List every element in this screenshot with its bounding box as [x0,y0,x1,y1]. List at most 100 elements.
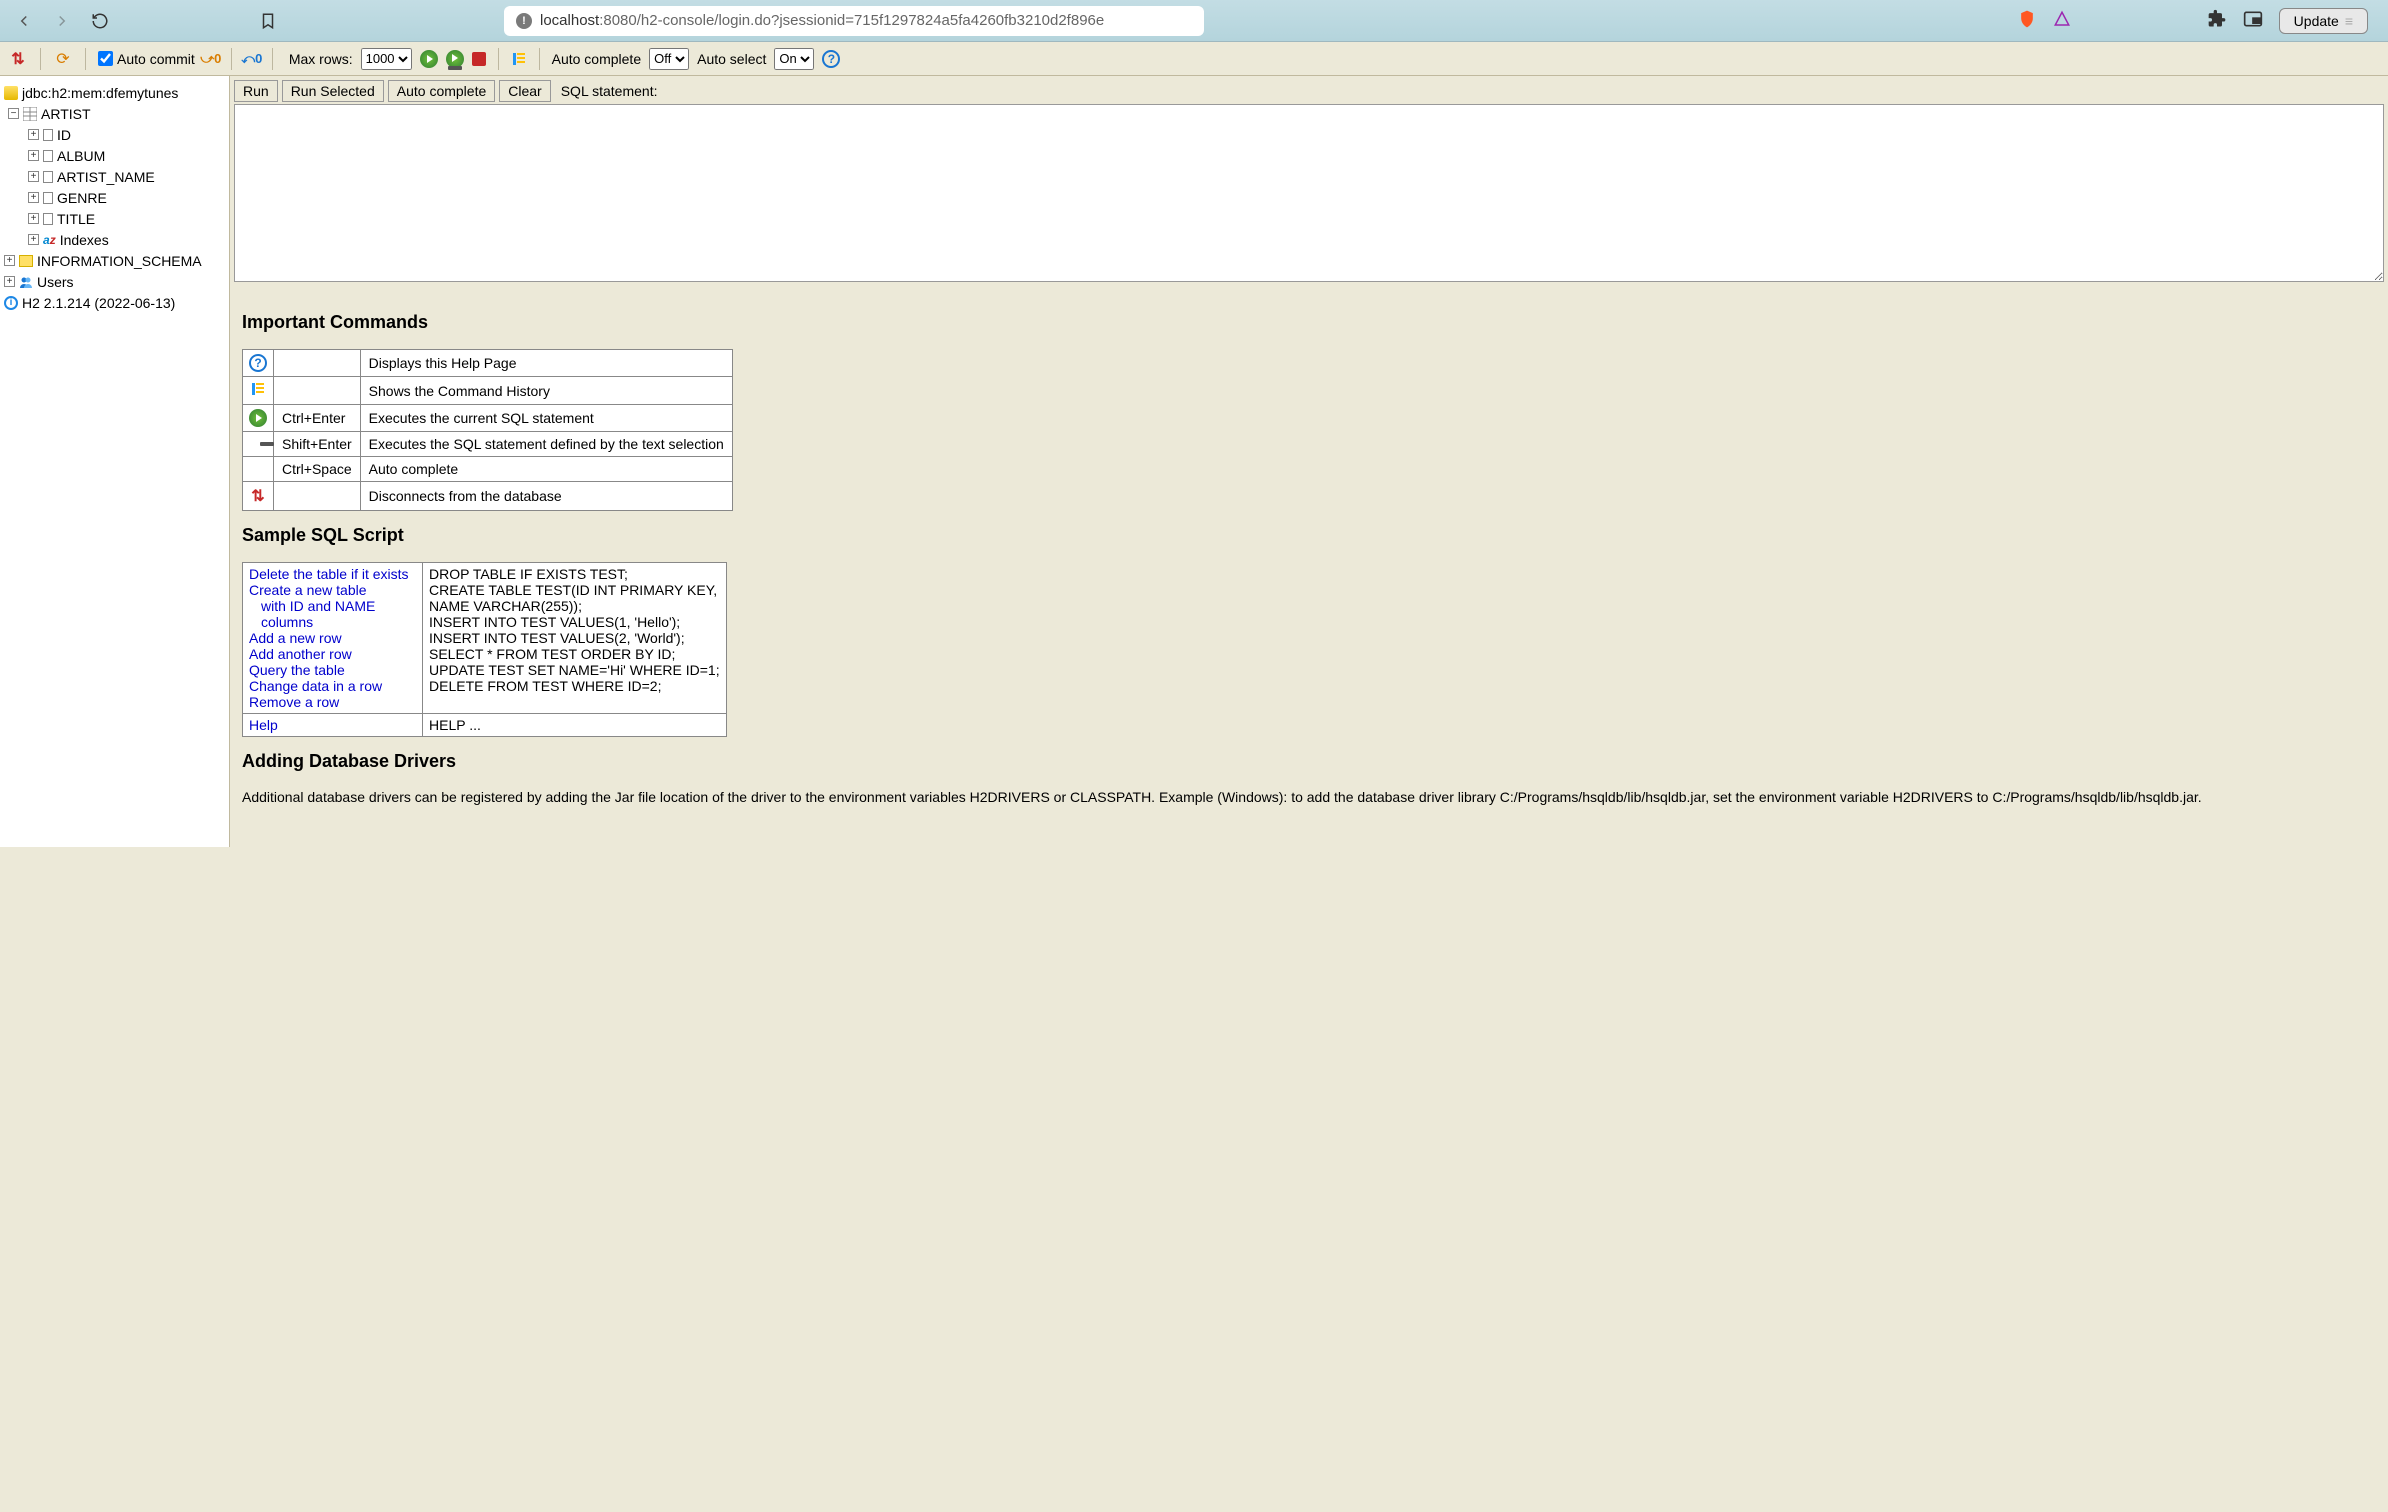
sample-sql-line: NAME VARCHAR(255)); [429,598,582,614]
commit-icon[interactable]: ⤻0 [203,51,219,67]
column-icon [43,213,53,225]
table-row: Ctrl+SpaceAuto complete [243,457,733,482]
info-icon: ! [516,13,532,29]
auto-complete-select[interactable]: Off [649,48,689,70]
sample-link[interactable]: Delete the table if it exists [249,566,409,582]
sample-left-cell: Help [243,714,423,737]
table-row: Shows the Command History [243,377,733,405]
extensions-icon[interactable] [2207,9,2227,32]
sample-right-cell: HELP ... [423,714,727,737]
indexes-node[interactable]: + az Indexes [4,229,225,250]
sample-link[interactable]: Add a new row [249,630,342,646]
sample-sql-line: INSERT INTO TEST VALUES(1, 'Hello'); [429,614,680,630]
expand-icon[interactable]: + [28,234,39,245]
expand-icon[interactable]: + [4,276,15,287]
url-text: localhost:8080/h2-console/login.do?jsess… [540,12,1104,29]
help-icon[interactable]: ? [822,50,840,68]
expand-icon[interactable]: + [28,171,39,182]
sample-sql-line: UPDATE TEST SET NAME='Hi' WHERE ID=1; [429,662,720,678]
column-icon [43,171,53,183]
auto-select-select[interactable]: On [774,48,814,70]
info-schema-node[interactable]: + INFORMATION_SCHEMA [4,250,225,271]
bookmark-icon[interactable] [256,9,280,33]
table-node[interactable]: − ARTIST [4,103,225,124]
users-node[interactable]: + Users [4,271,225,292]
column-node[interactable]: + TITLE [4,208,225,229]
stop-icon[interactable] [472,52,486,66]
max-rows-select[interactable]: 1000 [361,48,412,70]
auto-commit-checkbox[interactable]: Auto commit [98,51,195,67]
column-label: TITLE [57,211,95,227]
command-description: Disconnects from the database [360,482,732,511]
db-node[interactable]: jdbc:h2:mem:dfemytunes [4,82,225,103]
sample-link[interactable]: Change data in a row [249,678,382,694]
sample-link[interactable]: Help [249,717,278,733]
command-icon-cell: ? [243,350,274,377]
command-description: Shows the Command History [360,377,732,405]
sample-link[interactable]: Create a new table [249,582,367,598]
sample-sql-line: CREATE TABLE TEST(ID INT PRIMARY KEY, [429,582,717,598]
column-node[interactable]: +ALBUM [4,145,225,166]
column-icon [43,192,53,204]
column-icon [43,129,53,141]
column-icon [43,150,53,162]
auto-complete-button[interactable]: Auto complete [388,80,496,102]
run-button[interactable]: Run [234,80,278,102]
command-icon-cell [243,405,274,432]
brave-shield-icon[interactable] [2017,9,2037,32]
refresh-icon[interactable]: ⟳ [53,49,73,69]
auto-commit-input[interactable] [98,51,113,66]
h2-toolbar: ⇅ ⟳ Auto commit ⤻0 ⤺0 Max rows: 1000 Aut… [0,42,2388,76]
sample-sql-line: DROP TABLE IF EXISTS TEST; [429,566,628,582]
table-label: ARTIST [41,106,91,122]
rollback-icon[interactable]: ⤺0 [244,51,260,67]
content-area: Run Run Selected Auto complete Clear SQL… [230,76,2388,847]
reload-button[interactable] [88,9,112,33]
clear-button[interactable]: Clear [499,80,550,102]
table-row: ⇅ Disconnects from the database [243,482,733,511]
auto-complete-label: Auto complete [552,51,642,67]
database-icon [4,86,18,100]
run-icon[interactable] [420,50,438,68]
disconnect-icon: ⇅ [251,488,264,505]
expand-icon[interactable]: + [28,192,39,203]
table-row: Help HELP ... [243,714,727,737]
url-bar[interactable]: ! localhost:8080/h2-console/login.do?jse… [504,6,1204,36]
run-selected-icon[interactable] [446,50,464,68]
sql-textarea[interactable] [234,104,2384,282]
history-icon[interactable] [511,51,527,67]
column-node[interactable]: +ARTIST_NAME [4,166,225,187]
sample-link[interactable]: Remove a row [249,694,339,710]
picture-in-picture-icon[interactable] [2243,9,2263,32]
expand-icon[interactable]: + [28,213,39,224]
folder-icon [19,255,33,267]
column-label: GENRE [57,190,107,206]
sql-statement-label: SQL statement: [561,83,658,99]
adding-drivers-heading: Adding Database Drivers [242,751,2372,772]
collapse-icon[interactable]: − [8,108,19,119]
sidebar-tree: jdbc:h2:mem:dfemytunes − ARTIST +ID+ALBU… [0,76,230,847]
run-selected-button[interactable]: Run Selected [282,80,384,102]
disconnect-icon[interactable]: ⇅ [8,49,28,69]
column-node[interactable]: +ID [4,124,225,145]
expand-icon[interactable]: + [28,150,39,161]
column-node[interactable]: + GENRE [4,187,225,208]
expand-icon[interactable]: + [28,129,39,140]
auto-select-label: Auto select [697,51,766,67]
users-label: Users [37,274,74,290]
command-icon-cell [243,432,274,457]
command-description: Auto complete [360,457,732,482]
table-row: Shift+EnterExecutes the SQL statement de… [243,432,733,457]
expand-icon[interactable]: + [4,255,15,266]
forward-button[interactable] [50,9,74,33]
back-button[interactable] [12,9,36,33]
index-icon: az [43,233,56,247]
triangle-icon[interactable] [2053,10,2071,31]
sample-link[interactable]: Add another row [249,646,352,662]
sample-link-sub[interactable]: with ID and NAME columns [249,598,416,630]
sample-right-cell: DROP TABLE IF EXISTS TEST;CREATE TABLE T… [423,563,727,714]
update-button[interactable]: Update≡ [2279,8,2368,34]
command-description: Displays this Help Page [360,350,732,377]
sample-link[interactable]: Query the table [249,662,345,678]
users-icon [19,275,33,289]
